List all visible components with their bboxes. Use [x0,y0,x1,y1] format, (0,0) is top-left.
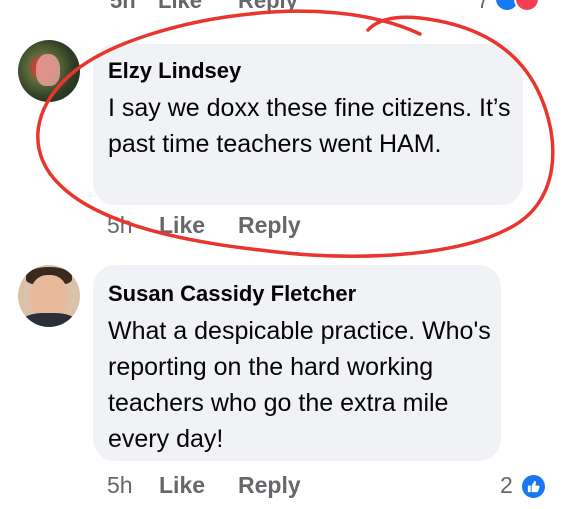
reaction-count[interactable]: 2 [500,472,513,499]
like-icon [520,473,547,500]
like-button[interactable]: Like [159,212,205,239]
love-reaction-icon [514,0,540,12]
comment-text: I say we doxx these fine citizens. It’s … [108,94,511,158]
previous-reply-button[interactable]: Reply [238,0,298,14]
avatar-shirt [22,313,76,327]
previous-comment-time: 5h [110,0,136,13]
like-button[interactable]: Like [159,472,205,499]
avatar[interactable] [18,265,80,327]
previous-comment-actions: 5h Like Reply 7 [110,0,563,14]
reply-button[interactable]: Reply [238,212,301,239]
comment-text: What a despicable practice. Who's report… [108,317,491,453]
comment-author[interactable]: Susan Cassidy Fletcher [108,281,356,307]
comment-bubble: Susan Cassidy Fletcher What a despicable… [93,265,501,461]
avatar[interactable] [18,40,80,102]
previous-reaction-count[interactable]: 7 [477,0,489,14]
comment-time[interactable]: 5h [107,472,133,499]
comment-author[interactable]: Elzy Lindsey [108,58,241,84]
comment-thread: 5h Like Reply 7 Elzy Lindsey I say we do… [0,0,563,509]
comment-time[interactable]: 5h [107,212,133,239]
comment-bubble: Elzy Lindsey I say we doxx these fine ci… [93,44,523,205]
reply-button[interactable]: Reply [238,472,301,499]
avatar-figure [36,54,60,86]
previous-like-button[interactable]: Like [158,0,202,14]
thumbs-up-icon [527,480,540,493]
